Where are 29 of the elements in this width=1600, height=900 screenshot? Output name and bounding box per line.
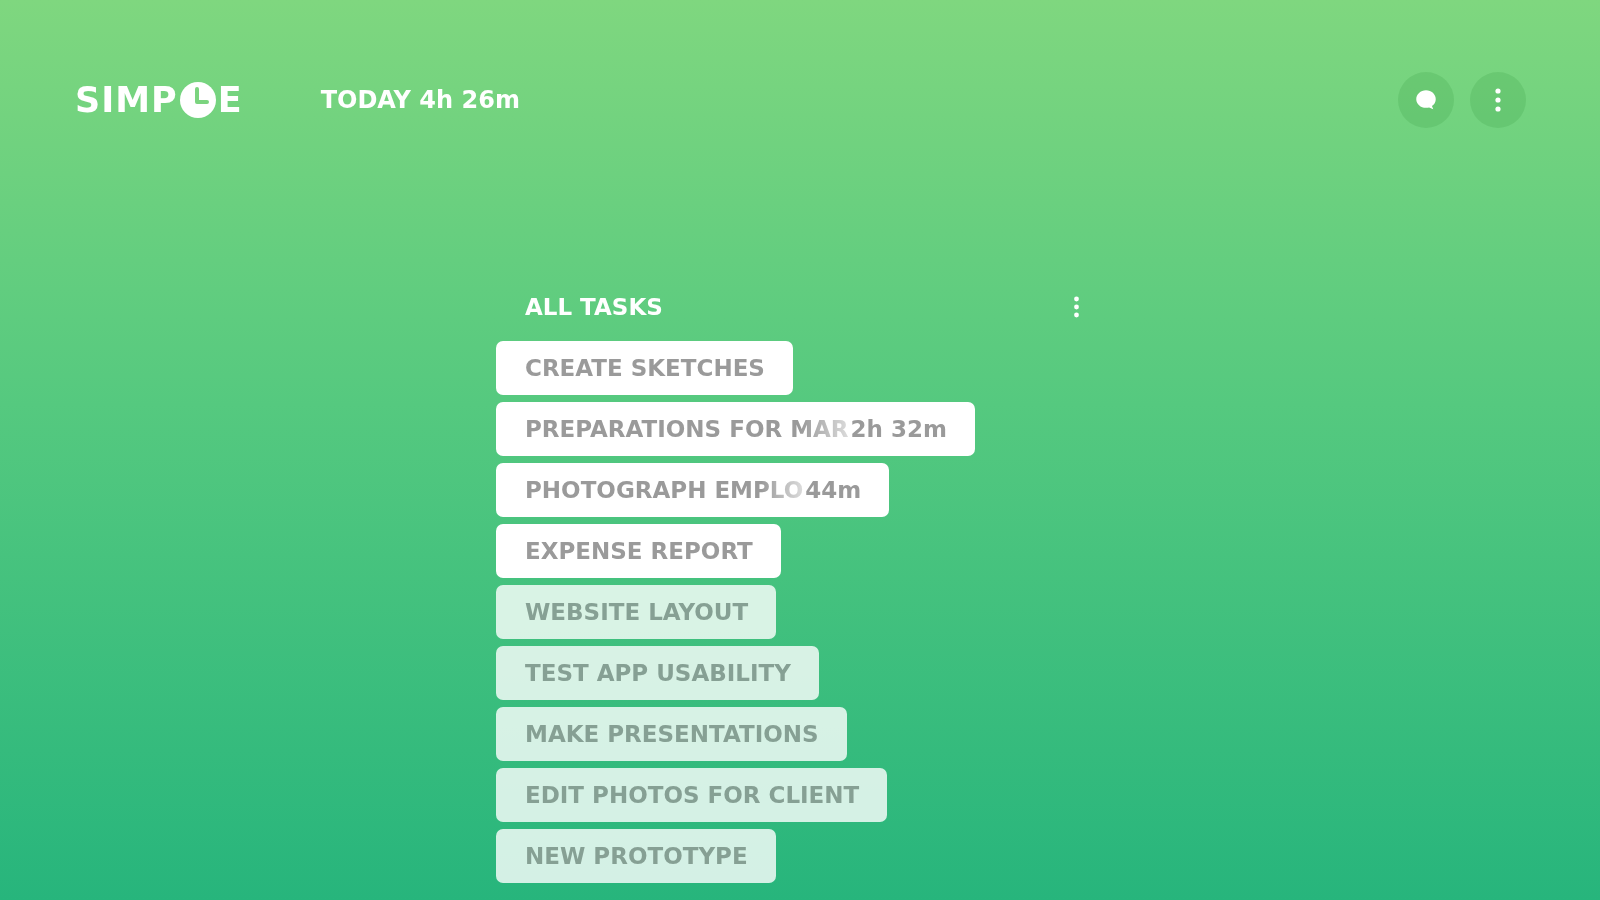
chat-button[interactable] xyxy=(1398,72,1454,128)
task-name: NEW PROTOTYPE xyxy=(525,843,748,869)
task-name: EXPENSE REPORT xyxy=(525,538,753,564)
list-title: ALL TASKS xyxy=(525,294,663,320)
task-name: EDIT PHOTOS FOR CLIENT xyxy=(525,782,860,808)
task-card[interactable]: WEBSITE LAYOUT xyxy=(496,585,777,639)
task-card[interactable]: PREPARATIONS FOR MAR2h 32m xyxy=(496,402,975,456)
task-card[interactable]: NEW PROTOTYPE xyxy=(496,829,776,883)
clock-icon xyxy=(179,82,216,118)
task-card[interactable]: CREATE SKETCHES xyxy=(496,341,793,395)
task-name: CREATE SKETCHES xyxy=(525,355,765,381)
task-name: WEBSITE LAYOUT xyxy=(525,599,749,625)
more-icon[interactable] xyxy=(1073,296,1080,318)
task-time: 44m xyxy=(805,477,862,503)
task-card[interactable]: EXPENSE REPORT xyxy=(496,524,781,578)
logo-text: SIMP xyxy=(75,80,178,120)
task-name: MAKE PRESENTATIONS xyxy=(525,721,819,747)
task-card[interactable]: MAKE PRESENTATIONS xyxy=(496,707,847,761)
logo-text: E xyxy=(217,80,243,120)
task-name: PHOTOGRAPH EMPLO xyxy=(525,477,804,503)
more-button[interactable] xyxy=(1470,72,1526,128)
today-total: TODAY 4h 26m xyxy=(320,86,520,114)
task-card[interactable]: PHOTOGRAPH EMPLO44m xyxy=(496,463,890,517)
task-card[interactable]: TEST APP USABILITY xyxy=(496,646,819,700)
task-name: TEST APP USABILITY xyxy=(525,660,791,686)
task-time: 2h 32m xyxy=(850,416,947,442)
task-name: PREPARATIONS FOR MAR xyxy=(525,416,849,442)
task-card[interactable]: EDIT PHOTOS FOR CLIENT xyxy=(496,768,888,822)
more-icon xyxy=(1495,88,1501,112)
